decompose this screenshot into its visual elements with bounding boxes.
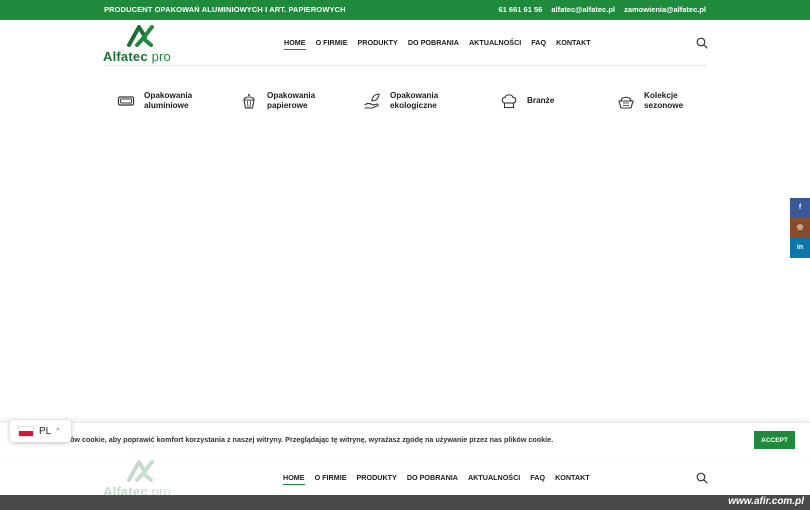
search-icon[interactable]: [696, 472, 708, 484]
leaf-hand-icon: [364, 93, 380, 109]
cookie-message: ów cookie, aby poprawić komfort korzysta…: [70, 435, 554, 444]
watermark-text: www.afir.com.pl: [728, 496, 804, 507]
watermark-strip: www.afir.com.pl: [0, 495, 810, 510]
logo-text: Alfatec pro: [103, 49, 171, 64]
category-label: Opakowania papierowe: [267, 91, 316, 110]
nav-do-pobrania[interactable]: DO POBRANIA: [408, 38, 459, 50]
linkedin-icon[interactable]: in: [790, 238, 810, 258]
category-opakowania-aluminiowe[interactable]: Opakowania aluminiowe: [117, 88, 214, 114]
instagram-icon[interactable]: ◎: [790, 218, 810, 238]
cookie-banner: ów cookie, aby poprawić komfort korzysta…: [0, 422, 810, 456]
email-link[interactable]: alfatec@alfatec.pl: [551, 5, 615, 14]
tray-icon: [117, 96, 135, 106]
nav-kontakt[interactable]: KONTAKT: [556, 38, 591, 50]
main-nav: HOME O FIRMIE PRODUKTY DO POBRANIA AKTUA…: [284, 38, 591, 50]
nav-faq[interactable]: FAQ: [531, 38, 546, 50]
phone-link[interactable]: 61 661 61 56: [499, 5, 543, 14]
site-header: Alfatec pro HOME O FIRMIE PRODUKTY DO PO…: [0, 20, 810, 66]
nav-produkty[interactable]: PRODUKTY: [357, 473, 397, 485]
nav-do-pobrania[interactable]: DO POBRANIA: [407, 473, 458, 485]
nav-o-firmie[interactable]: O FIRMIE: [315, 473, 347, 485]
orders-email-link[interactable]: zamowienia@alfatec.pl: [624, 5, 706, 14]
category-label: Opakowania ekologiczne: [390, 91, 439, 110]
nav-faq[interactable]: FAQ: [530, 473, 545, 485]
sticky-logo[interactable]: Alfatec pro: [103, 458, 183, 499]
chef-hat-icon: [501, 94, 517, 109]
search-icon[interactable]: [696, 37, 708, 49]
category-opakowania-papierowe[interactable]: Opakowania papierowe: [240, 88, 337, 114]
category-opakowania-ekologiczne[interactable]: Opakowania ekologiczne: [363, 88, 460, 114]
category-menu: Opakowania aluminiowe Opakowania papiero…: [0, 88, 810, 114]
nav-home[interactable]: HOME: [283, 473, 305, 485]
category-label: Opakowania aluminiowe: [144, 91, 193, 110]
nav-home[interactable]: HOME: [284, 38, 306, 50]
category-label: Branże: [527, 96, 555, 105]
site-logo[interactable]: Alfatec pro: [103, 23, 183, 65]
sticky-header: Alfatec pro HOME O FIRMIE PRODUKTY DO PO…: [0, 456, 810, 499]
category-kolekcje-sezonowe[interactable]: Kolekcje sezonowe: [617, 88, 714, 114]
nav-kontakt[interactable]: KONTAKT: [555, 473, 590, 485]
poland-flag-icon: [18, 425, 34, 437]
contact-info: 61 661 61 56 alfatec@alfatec.pl zamowien…: [492, 5, 707, 14]
nav-aktualnosci[interactable]: AKTUALNOŚCI: [468, 473, 520, 485]
category-branze[interactable]: Branże: [500, 88, 597, 114]
sticky-nav: HOME O FIRMIE PRODUKTY DO POBRANIA AKTUA…: [283, 473, 590, 485]
company-tagline: PRODUCENT OPAKOWAŃ ALUMINIOWYCH I ART. P…: [104, 5, 346, 14]
facebook-icon[interactable]: f: [790, 198, 810, 218]
nav-produkty[interactable]: PRODUKTY: [358, 38, 398, 50]
language-selector[interactable]: PL ^: [10, 420, 71, 442]
category-label: Kolekcje sezonowe: [644, 91, 684, 110]
nav-o-firmie[interactable]: O FIRMIE: [316, 38, 348, 50]
season-basket-icon: [618, 96, 634, 109]
top-bar: PRODUCENT OPAKOWAŃ ALUMINIOWYCH I ART. P…: [0, 0, 810, 20]
alfatec-logo-icon: [127, 25, 154, 47]
social-sidebar: f ◎ in: [790, 198, 810, 258]
nav-aktualnosci[interactable]: AKTUALNOŚCI: [469, 38, 521, 50]
header-divider: [104, 65, 707, 66]
chevron-up-icon: ^: [56, 427, 60, 435]
cookie-accept-button[interactable]: ACCEPT: [754, 431, 795, 449]
alfatec-logo-icon: [127, 460, 154, 482]
cupcake-icon: [243, 94, 255, 109]
language-code: PL: [39, 425, 52, 437]
